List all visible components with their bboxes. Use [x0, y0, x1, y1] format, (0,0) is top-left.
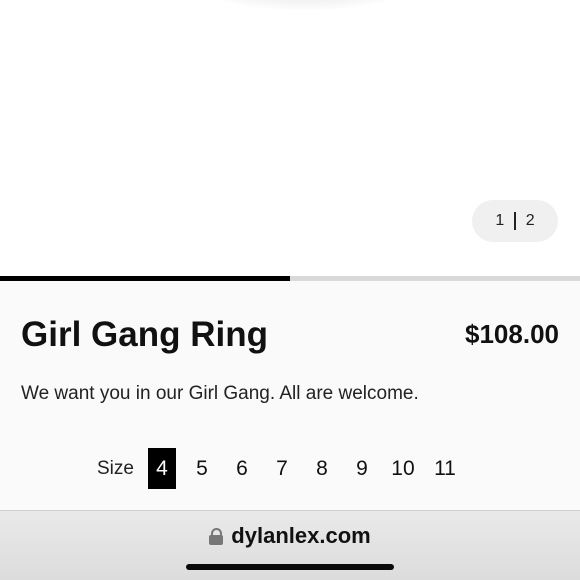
- pager-total: 2: [525, 212, 535, 229]
- url-field[interactable]: dylanlex.com: [0, 523, 580, 549]
- size-option-5[interactable]: 5: [188, 448, 216, 489]
- product-title: Girl Gang Ring: [21, 315, 268, 354]
- product-price: $108.00: [465, 319, 559, 349]
- size-label: Size: [97, 457, 134, 479]
- url-text: dylanlex.com: [231, 523, 371, 548]
- pager-divider: [514, 212, 516, 230]
- product-details: Girl Gang Ring $108.00 We want you in ou…: [0, 281, 580, 510]
- product-image-carousel[interactable]: 1 2: [0, 0, 580, 276]
- size-option-9[interactable]: 9: [348, 448, 376, 489]
- size-option-6[interactable]: 6: [228, 448, 256, 489]
- size-option-7[interactable]: 7: [268, 448, 296, 489]
- product-page: 1 2 Girl Gang Ring $108.00 We want you i…: [0, 0, 580, 580]
- size-option-11[interactable]: 11: [430, 448, 460, 489]
- size-option-10[interactable]: 10: [388, 448, 418, 489]
- size-selector: Size 4 5 6 7 8 9 10 11: [97, 448, 472, 489]
- product-image: [200, 0, 410, 10]
- pager-current: 1: [495, 212, 505, 229]
- browser-address-bar: dylanlex.com: [0, 510, 580, 580]
- home-indicator[interactable]: [186, 564, 394, 570]
- lock-icon: [209, 527, 224, 545]
- image-pager: 1 2: [472, 200, 558, 242]
- size-option-4[interactable]: 4: [147, 448, 176, 489]
- product-description: We want you in our Girl Gang. All are we…: [21, 383, 419, 404]
- size-option-8[interactable]: 8: [308, 448, 336, 489]
